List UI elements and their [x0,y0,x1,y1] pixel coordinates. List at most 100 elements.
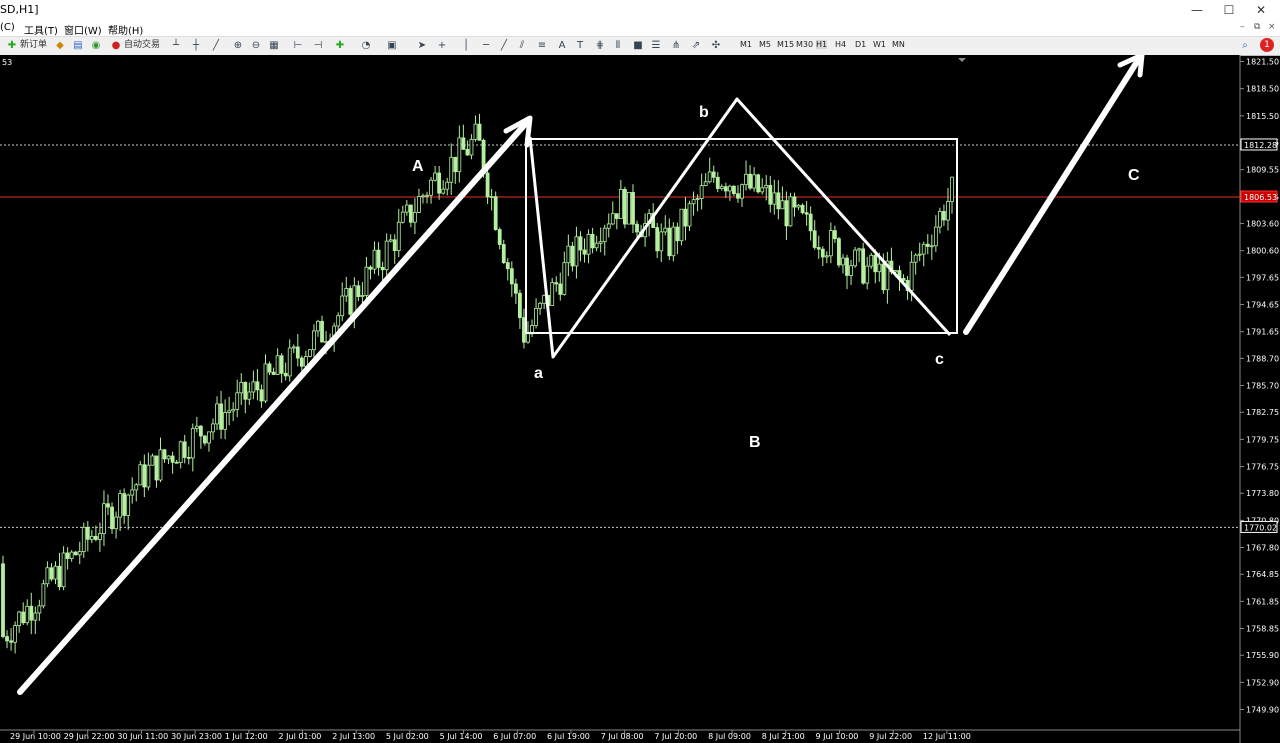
time-tick-label: 30 Jun 23:00 [171,732,222,741]
price-tick-label: 1776.75 [1246,463,1279,472]
candle-body [570,245,575,267]
search-icon[interactable]: ⌕ [1239,40,1251,51]
line-chart-icon[interactable]: ╱ [210,40,222,51]
candle-body [211,423,215,433]
vertical-line-icon[interactable]: │ [460,40,472,51]
candle-body [231,408,236,412]
timeframe-w1[interactable]: W1 [873,40,886,49]
candle-body [13,625,18,643]
alert-badge[interactable]: 1 [1260,38,1274,52]
candle-body [695,198,700,201]
zoom-out-icon[interactable]: ⊖ [250,40,262,51]
candle-body [740,184,744,199]
time-tick-label: 9 Jul 22:00 [869,732,912,741]
text-icon[interactable]: A [556,40,568,51]
candle-body [538,302,542,309]
rectangle-icon[interactable]: ■ [632,40,644,51]
candle-body [437,172,442,194]
fibonacci-icon[interactable]: ≡ [536,40,548,51]
candle-body [707,171,712,183]
price-chart[interactable]: 53 1821.501818.501815.501812.551809.5518… [0,55,1280,743]
candle-body [57,565,62,588]
candle-body [271,371,276,375]
candlestick-icon[interactable]: ┼ [190,40,202,51]
menu-item-window[interactable]: 窗口(W) [64,22,102,37]
candle-body [614,213,619,219]
indicators-icon[interactable]: ✚ [334,40,346,51]
autoscroll-icon[interactable]: ⊣ [312,40,324,51]
maximize-button[interactable]: ☐ [1214,2,1244,18]
candle-body [295,346,300,359]
chart-area[interactable]: 53 1821.501818.501815.501812.551809.5518… [0,55,1280,743]
candle-body [473,123,478,140]
channel-icon[interactable]: ⫽ [516,40,528,51]
mdi-close-button[interactable]: × [1268,22,1276,32]
candle-body [865,265,870,284]
timeframe-h1[interactable]: H1 [816,40,828,49]
candle-body [566,245,571,264]
timeframe-m1[interactable]: M1 [740,40,752,49]
candle-body [243,382,248,400]
periods-icon[interactable]: ◔ [360,40,372,51]
label-c: c [935,351,944,368]
cycle-lines-icon[interactable]: ⦀ [612,40,624,51]
new-order-button[interactable]: 新订单 [20,38,47,53]
price-axis: 1821.501818.501815.501812.551809.551806.… [1240,58,1279,715]
tile-windows-icon[interactable]: ▦ [268,40,280,51]
arrow-icon[interactable]: ⇗ [690,40,702,51]
candle-body [792,196,797,208]
price-tick-label: 1809.55 [1246,166,1279,175]
candle-body [558,283,563,295]
history-icon[interactable]: ▤ [72,40,84,51]
candle-body [425,194,429,197]
timeframe-d1[interactable]: D1 [855,40,866,49]
time-tick-label: 12 Jul 11:00 [923,732,971,741]
label-icon[interactable]: T [574,40,586,51]
candle-body [45,567,50,585]
gann-icon[interactable]: ⋕ [594,40,606,51]
candle-body [130,489,135,496]
bar-chart-icon[interactable]: ┴ [170,40,182,51]
market-icon[interactable]: ◆ [54,40,66,51]
timeframe-m15[interactable]: M15 [777,40,794,49]
candle-body [812,230,817,248]
mdi-minimize-button[interactable]: – [1240,22,1245,32]
time-tick-label: 7 Jul 08:00 [601,732,644,741]
candle-body [340,295,345,317]
menu-item-c[interactable]: (C) [0,22,15,33]
chart-shift-icon[interactable]: ⊢ [292,40,304,51]
close-button[interactable]: ✕ [1246,2,1276,18]
timeframe-m5[interactable]: M5 [759,40,771,49]
price-tick-label: 1779.75 [1246,435,1279,444]
horizontal-line-icon[interactable]: ─ [480,40,492,51]
timeframe-m30[interactable]: M30 [796,40,813,49]
cursor-icon[interactable]: ➤ [416,40,428,51]
timeframe-mn[interactable]: MN [892,40,905,49]
trendline-icon[interactable]: ╱ [498,40,510,51]
crosshair-icon[interactable]: + [436,40,448,51]
candle-body [732,185,736,195]
time-tick-label: 8 Jul 21:00 [762,732,805,741]
globe-icon[interactable]: ◉ [90,40,102,51]
fibo-retracement-icon[interactable]: ☰ [650,40,662,51]
shapes-icon[interactable]: ✣ [710,40,722,51]
mdi-restore-button[interactable]: ⧉ [1254,22,1260,32]
candle-body [946,201,950,221]
candle-body [950,176,954,202]
minimize-button[interactable]: — [1182,2,1212,18]
candle-body [21,611,26,624]
candle-body [170,455,175,463]
auto-trade-icon: ● [111,40,121,51]
menu-item-tools[interactable]: 工具(T) [24,22,58,37]
timeframe-h4[interactable]: H4 [835,40,846,49]
templates-icon[interactable]: ▣ [386,40,398,51]
candle-body [29,605,34,621]
menu-item-help[interactable]: 帮助(H) [108,22,143,37]
pitchfork-icon[interactable]: ⋔ [670,40,682,51]
candle-body [275,355,280,375]
label-A: A [412,158,424,175]
candle-body [744,173,748,186]
zoom-in-icon[interactable]: ⊕ [232,40,244,51]
price-tick-label: 1788.70 [1246,354,1279,363]
auto-trade-button[interactable]: 自动交易 [124,38,160,53]
